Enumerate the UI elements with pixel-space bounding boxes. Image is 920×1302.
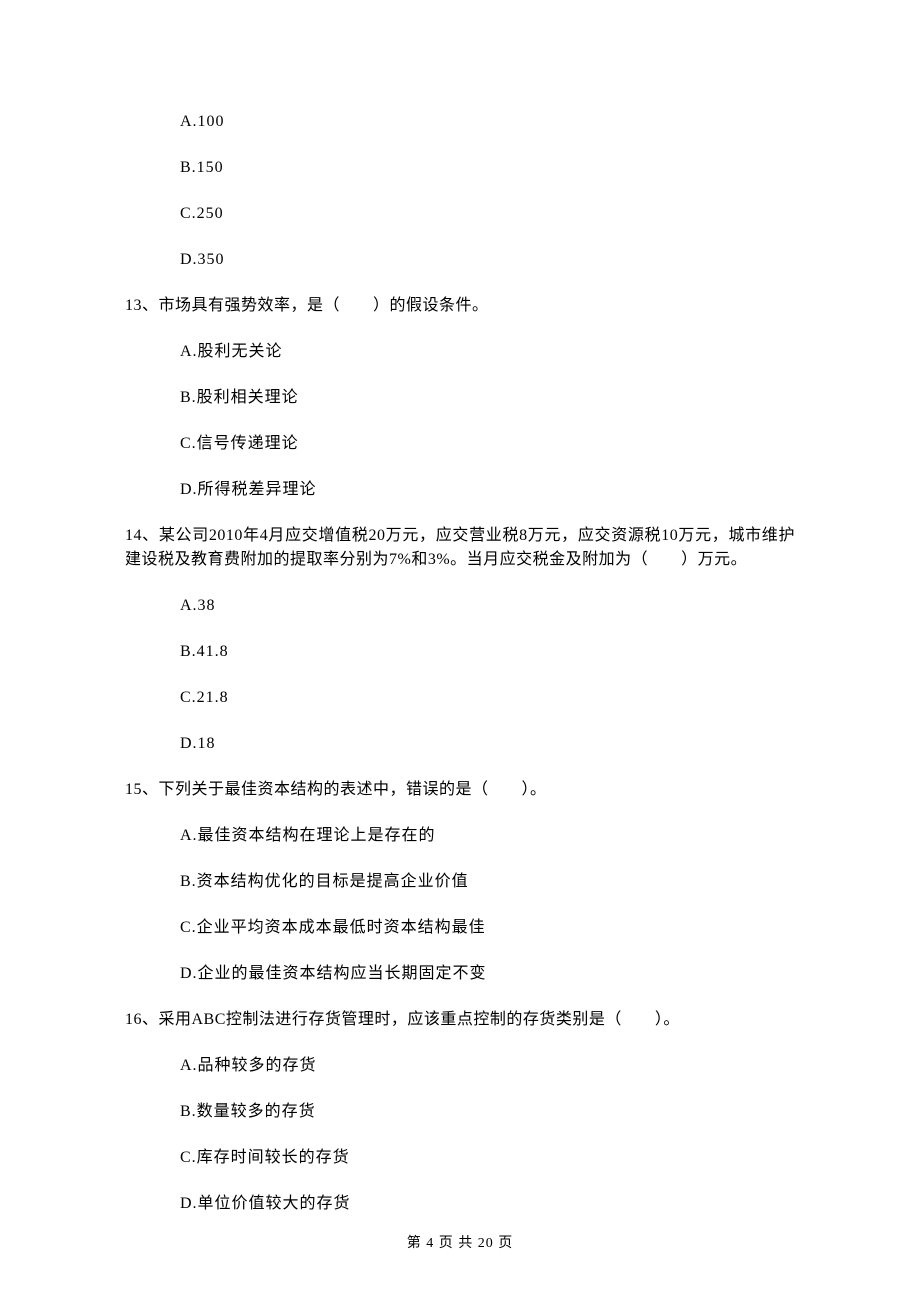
q13-option-b: B.股利相关理论 [180, 386, 795, 410]
q14-option-b: B.41.8 [180, 640, 795, 664]
q12-option-d: D.350 [180, 248, 795, 272]
q13-option-c: C.信号传递理论 [180, 432, 795, 456]
q16-option-a: A.品种较多的存货 [180, 1054, 795, 1078]
q16-option-c: C.库存时间较长的存货 [180, 1146, 795, 1170]
question-15: 15、下列关于最佳资本结构的表述中，错误的是（ ）。 [125, 778, 795, 802]
question-13: 13、市场具有强势效率，是（ ）的假设条件。 [125, 294, 795, 318]
page-footer: 第 4 页 共 20 页 [0, 1233, 920, 1254]
q13-option-d: D.所得税差异理论 [180, 478, 795, 502]
q15-option-c: C.企业平均资本成本最低时资本结构最佳 [180, 916, 795, 940]
q13-option-a: A.股利无关论 [180, 340, 795, 364]
q16-option-b: B.数量较多的存货 [180, 1100, 795, 1124]
q15-option-d: D.企业的最佳资本结构应当长期固定不变 [180, 962, 795, 986]
q12-option-b: B.150 [180, 156, 795, 180]
question-16: 16、采用ABC控制法进行存货管理时，应该重点控制的存货类别是（ ）。 [125, 1008, 795, 1032]
q15-option-b: B.资本结构优化的目标是提高企业价值 [180, 870, 795, 894]
q12-option-c: C.250 [180, 202, 795, 226]
q14-option-d: D.18 [180, 732, 795, 756]
q14-option-a: A.38 [180, 594, 795, 618]
question-14: 14、某公司2010年4月应交增值税20万元，应交营业税8万元，应交资源税10万… [125, 524, 795, 572]
q16-option-d: D.单位价值较大的存货 [180, 1192, 795, 1216]
q14-option-c: C.21.8 [180, 686, 795, 710]
q15-option-a: A.最佳资本结构在理论上是存在的 [180, 824, 795, 848]
q12-option-a: A.100 [180, 110, 795, 134]
